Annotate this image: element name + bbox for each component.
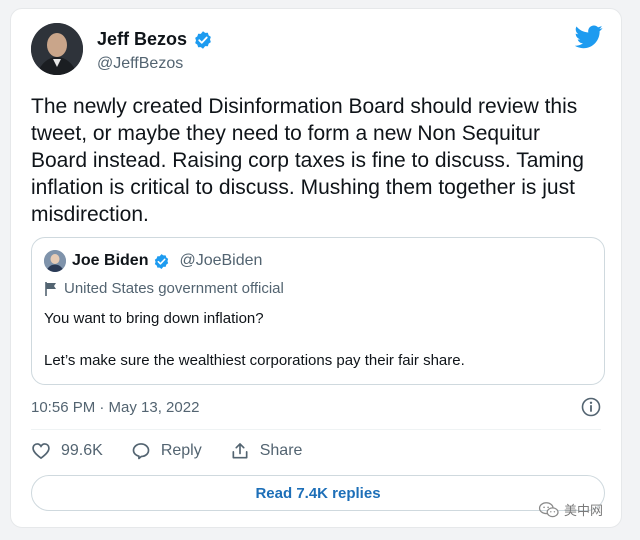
share-label: Share (259, 442, 303, 459)
author-handle[interactable]: @JeffBezos (97, 55, 183, 73)
reply-bubble-icon (132, 443, 150, 460)
government-official-label: United States government official (44, 280, 284, 297)
quoted-name-row: Joe Biden @JoeBiden (72, 252, 262, 270)
quoted-author-handle[interactable]: @JoeBiden (179, 252, 262, 270)
quoted-text-line-1: You want to bring down inflation? (44, 310, 264, 327)
tweet-text: The newly created Disinformation Board s… (31, 95, 584, 226)
author-name[interactable]: Jeff Bezos (97, 29, 187, 50)
twitter-bird-icon[interactable] (575, 25, 603, 49)
action-bar: 99.6K Reply Share (31, 441, 302, 461)
watermark-text: 美中网 (564, 503, 604, 518)
quoted-text-line-2: Let’s make sure the wealthiest corporati… (44, 352, 465, 369)
tweet-card: Jeff Bezos @JeffBezos The newly created … (10, 8, 622, 528)
author-name-row: Jeff Bezos (97, 29, 213, 50)
watermark: 美中网 (538, 500, 603, 519)
verified-badge-icon (155, 253, 169, 269)
like-button[interactable]: 99.6K (31, 441, 103, 461)
reply-button[interactable]: Reply (131, 441, 202, 461)
heart-icon (32, 443, 50, 460)
quoted-author-name[interactable]: Joe Biden (72, 252, 148, 270)
reply-label: Reply (160, 442, 202, 459)
quoted-tweet[interactable]: Joe Biden @JoeBiden United States govern… (31, 237, 605, 385)
info-icon[interactable] (581, 397, 601, 417)
quoted-author-avatar[interactable] (44, 250, 66, 272)
like-count: 99.6K (61, 442, 103, 459)
divider (31, 429, 601, 430)
author-avatar[interactable] (31, 23, 83, 75)
flag-icon (45, 281, 56, 296)
share-button[interactable]: Share (230, 441, 303, 461)
share-icon (232, 443, 248, 459)
verified-badge-icon (195, 30, 211, 49)
government-official-text: United States government official (64, 280, 284, 297)
tweet-timestamp[interactable]: 10:56 PM · May 13, 2022 (31, 399, 199, 416)
wechat-icon (538, 501, 559, 517)
read-replies-button[interactable]: Read 7.4K replies (31, 475, 605, 511)
